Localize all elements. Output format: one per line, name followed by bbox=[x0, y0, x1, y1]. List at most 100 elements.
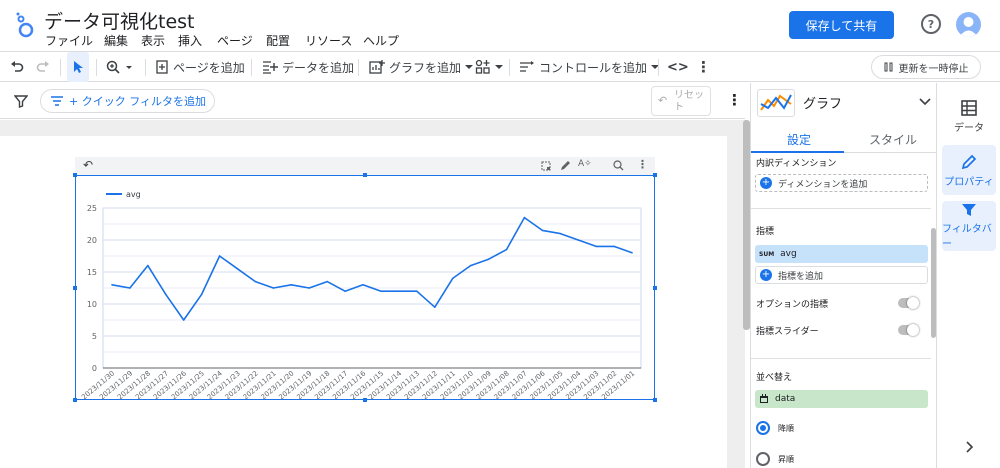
data-point bbox=[416, 290, 418, 292]
legend-label: avg bbox=[126, 190, 141, 199]
chevron-down-icon bbox=[465, 65, 474, 69]
calendar-icon bbox=[760, 394, 768, 403]
crop-icon[interactable] bbox=[541, 161, 551, 171]
community-visualization-icon bbox=[475, 59, 490, 74]
add-control-button[interactable]: コントロールを追加 bbox=[519, 52, 660, 82]
add-icon: + bbox=[760, 177, 772, 189]
add-data-button[interactable]: データを追加 bbox=[262, 52, 354, 82]
data-point bbox=[362, 284, 364, 286]
more-vert-icon[interactable]: ⋮ bbox=[696, 52, 711, 82]
resize-handle[interactable] bbox=[73, 286, 77, 290]
help-icon[interactable]: ? bbox=[921, 14, 941, 34]
data-table-icon bbox=[961, 99, 977, 116]
more-vert-icon[interactable]: ⋮ bbox=[727, 91, 742, 109]
menu-page[interactable]: ページ bbox=[217, 32, 253, 49]
chart-type-label[interactable]: グラフ bbox=[803, 93, 842, 112]
sort-ascending-label: 昇順 bbox=[778, 455, 794, 464]
reset-icon: ↶ bbox=[658, 94, 668, 107]
divider bbox=[751, 208, 931, 209]
series-line-avg bbox=[111, 216, 633, 321]
chart-type-thumbnail[interactable] bbox=[757, 89, 795, 117]
canvas-scrollbar[interactable] bbox=[743, 120, 750, 330]
menu-arrange[interactable]: 配置 bbox=[266, 32, 290, 49]
add-component-button[interactable] bbox=[475, 52, 503, 82]
avatar[interactable] bbox=[956, 12, 981, 37]
pause-updates-label: 更新を一時停止 bbox=[898, 63, 969, 75]
data-point bbox=[254, 280, 257, 283]
menu-resources[interactable]: リソース bbox=[305, 32, 352, 49]
data-point bbox=[272, 287, 275, 289]
add-icon: + bbox=[760, 269, 772, 281]
metric-slider-toggle[interactable] bbox=[898, 324, 919, 336]
metric-chip[interactable]: SUM avg bbox=[755, 245, 928, 263]
add-quick-filter-button[interactable]: + クイック フィルタを追加 bbox=[40, 89, 215, 113]
pause-updates-button[interactable]: 更新を一時停止 bbox=[871, 55, 981, 79]
resize-handle[interactable] bbox=[73, 398, 77, 402]
resize-handle[interactable] bbox=[363, 398, 367, 402]
resize-handle[interactable] bbox=[653, 286, 657, 290]
add-control-label: コントロールを追加 bbox=[539, 60, 648, 75]
embed-code-icon[interactable]: <> bbox=[667, 52, 689, 82]
data-point bbox=[487, 258, 490, 260]
menu-help[interactable]: ヘルプ bbox=[363, 32, 399, 49]
sort-descending-radio[interactable] bbox=[756, 421, 770, 435]
save-and-share-button[interactable]: 保存して共有 bbox=[789, 11, 894, 39]
panel-scrollbar[interactable] bbox=[931, 228, 936, 338]
divider bbox=[751, 358, 931, 359]
rail-filterbar-button[interactable]: フィルタバー bbox=[942, 201, 996, 251]
select-pointer-icon[interactable] bbox=[67, 52, 89, 82]
y-tick-label: 25 bbox=[87, 204, 97, 213]
data-point bbox=[541, 229, 544, 232]
resize-handle[interactable] bbox=[653, 398, 657, 402]
data-point bbox=[218, 255, 221, 257]
undo-icon[interactable] bbox=[10, 52, 24, 82]
menu-insert[interactable]: 挿入 bbox=[178, 32, 202, 49]
rail-data-button[interactable]: データ bbox=[942, 91, 996, 141]
menu-edit[interactable]: 編集 bbox=[104, 32, 128, 49]
filter-icon[interactable] bbox=[14, 94, 28, 108]
looker-studio-logo-icon[interactable] bbox=[14, 12, 36, 38]
add-chart-label: グラフを追加 bbox=[389, 60, 462, 75]
zoom-icon[interactable] bbox=[106, 52, 132, 82]
report-title[interactable]: データ可視化test bbox=[44, 7, 195, 34]
data-point bbox=[111, 284, 113, 286]
data-point bbox=[559, 232, 562, 235]
data-point bbox=[469, 264, 472, 267]
metric-aggregation-label: SUM bbox=[759, 250, 775, 258]
sort-descending-label: 降順 bbox=[778, 424, 794, 433]
active-tab-indicator bbox=[751, 151, 844, 153]
y-tick-label: 0 bbox=[92, 364, 97, 373]
resize-handle[interactable] bbox=[73, 173, 77, 177]
resize-handle[interactable] bbox=[363, 173, 367, 177]
panel-tabs: 設定 スタイル bbox=[751, 125, 937, 153]
filter-list-icon bbox=[51, 96, 63, 106]
add-quick-filter-label: + クイック フィルタを追加 bbox=[69, 95, 206, 108]
redo-icon[interactable] bbox=[36, 52, 50, 82]
chart-undo-icon[interactable]: ↶ bbox=[83, 158, 93, 172]
resize-handle[interactable] bbox=[653, 173, 657, 177]
add-dimension-field[interactable]: + ディメンションを追加 bbox=[755, 174, 928, 192]
filter-bar: + クイック フィルタを追加 ↶ リセット ⋮ bbox=[0, 83, 745, 119]
menu-file[interactable]: ファイル bbox=[45, 32, 93, 49]
menu-view[interactable]: 表示 bbox=[141, 32, 165, 49]
tab-style[interactable]: スタイル bbox=[869, 131, 917, 148]
properties-panel: グラフ 設定 スタイル 内訳ディメンション + ディメンションを追加 指標 SU… bbox=[750, 83, 937, 468]
ai-insight-icon[interactable]: A✧ bbox=[578, 159, 592, 169]
add-chart-button[interactable]: グラフを追加 bbox=[369, 52, 474, 82]
zoom-icon[interactable] bbox=[613, 160, 624, 171]
tab-setup[interactable]: 設定 bbox=[787, 131, 811, 148]
edit-pencil-icon[interactable] bbox=[560, 160, 571, 171]
rail-properties-button[interactable]: プロパティ bbox=[942, 145, 996, 195]
chart-more-vert-icon[interactable]: ⋮ bbox=[637, 158, 648, 171]
chart-container[interactable]: 0 5 10 15 20 25 2023/11/30 2023/11/29 2023/11/28… bbox=[75, 175, 655, 401]
chevron-down-icon[interactable] bbox=[919, 98, 931, 106]
chevron-right-icon[interactable] bbox=[966, 441, 974, 453]
add-metric-field[interactable]: + 指標を追加 bbox=[755, 266, 928, 284]
add-page-button[interactable]: ページを追加 bbox=[155, 52, 245, 82]
sort-field-chip[interactable]: data bbox=[755, 390, 928, 408]
reset-button[interactable]: ↶ リセット bbox=[651, 86, 711, 116]
y-tick-label: 15 bbox=[87, 268, 97, 277]
optional-metrics-toggle[interactable] bbox=[898, 297, 919, 309]
rail-properties-label: プロパティ bbox=[944, 176, 994, 188]
sort-ascending-radio[interactable] bbox=[756, 452, 770, 466]
